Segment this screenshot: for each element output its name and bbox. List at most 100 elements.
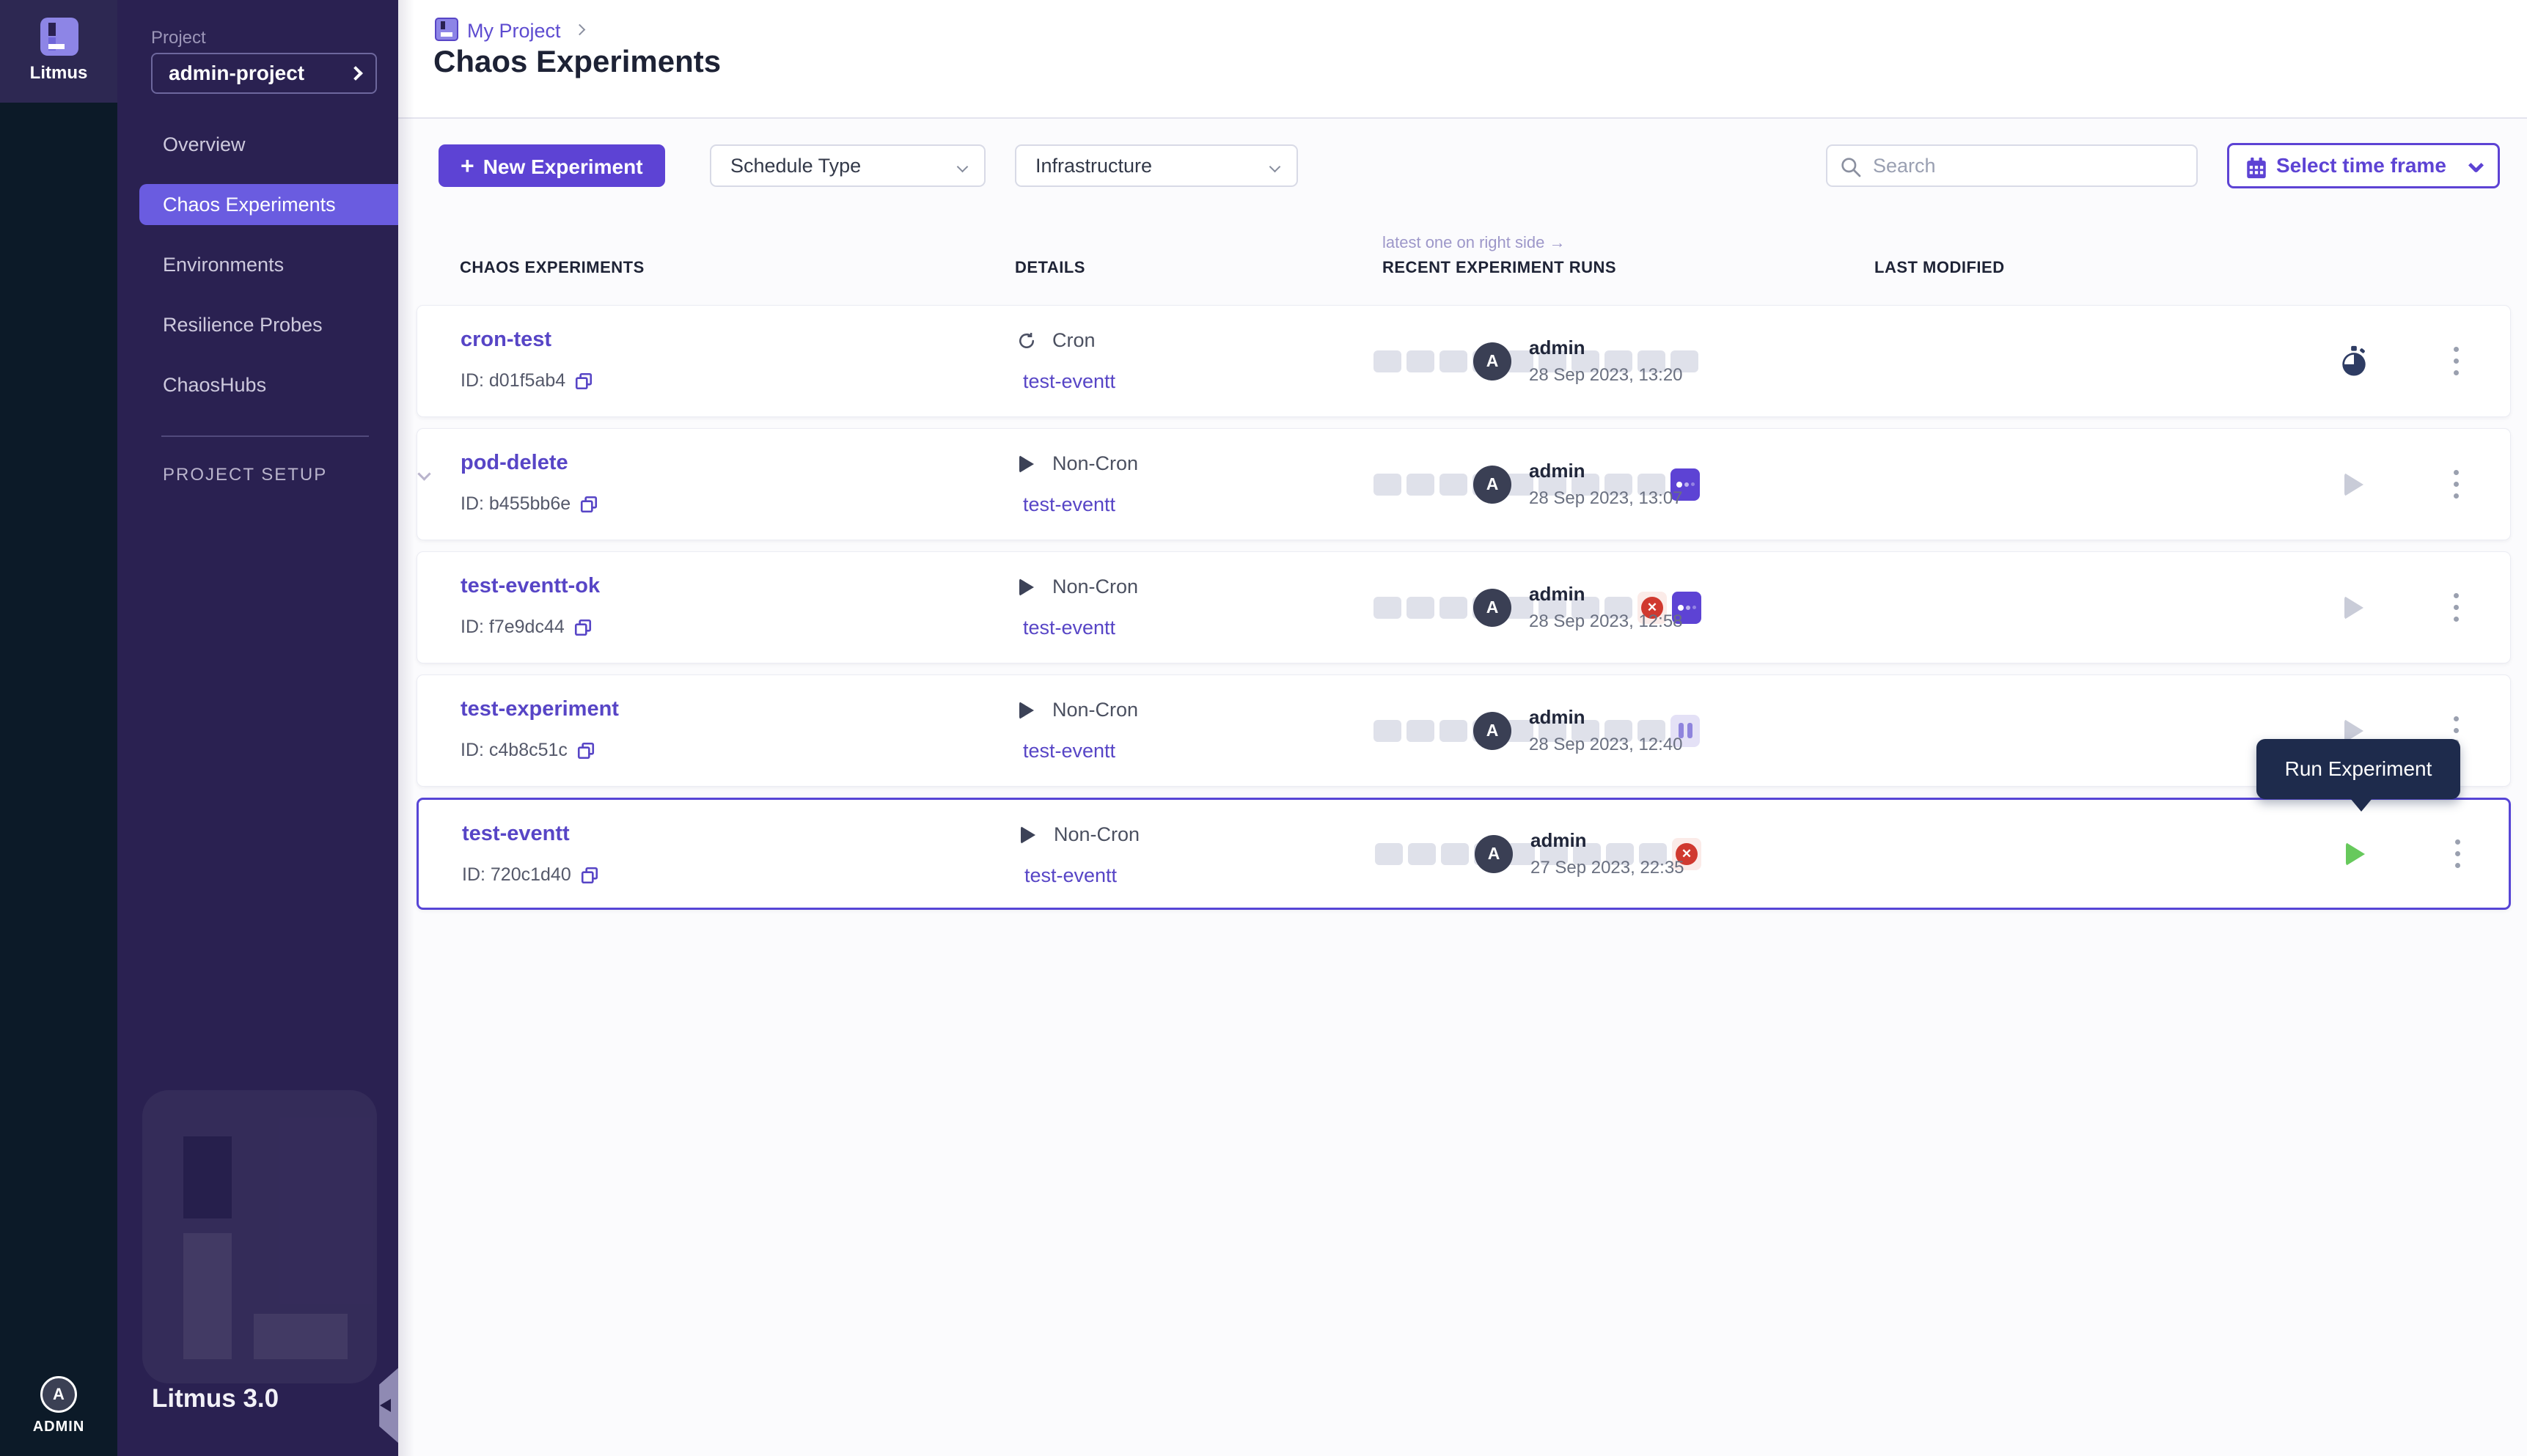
copy-icon[interactable] <box>576 741 595 760</box>
run-experiment-button[interactable] <box>2332 552 2376 663</box>
kebab-menu[interactable] <box>2441 429 2471 540</box>
litmus-logo-icon[interactable] <box>40 18 78 56</box>
run-pill-empty[interactable] <box>1375 843 1403 865</box>
experiment-id: ID: c4b8c51c <box>461 740 568 761</box>
litmus-watermark <box>142 1090 377 1383</box>
run-pill-empty[interactable] <box>1406 474 1434 496</box>
sidebar: Project admin-project Overview Chaos Exp… <box>117 0 398 1456</box>
sidebar-item-chaos-experiments[interactable]: Chaos Experiments <box>139 184 398 225</box>
target-experiment-link[interactable]: test-eventt <box>1023 740 1115 762</box>
watermark-foot <box>254 1314 348 1359</box>
rail-admin-block[interactable]: A ADMIN <box>0 1376 117 1435</box>
crumb-logo-foot <box>441 32 452 37</box>
experiment-name-link[interactable]: test-eventt <box>462 822 570 846</box>
infrastructure-dropdown[interactable]: Infrastructure <box>1015 144 1298 187</box>
run-pill-empty[interactable] <box>1439 474 1467 496</box>
run-pill-empty[interactable] <box>1406 720 1434 742</box>
experiment-name-link[interactable]: pod-delete <box>461 451 568 475</box>
modified-date: 28 Sep 2023, 12:40 <box>1529 735 1683 755</box>
experiment-row: cron-test ID: d01f5ab4 Cron test-eventt … <box>417 305 2511 417</box>
sidebar-item-chaoshubs[interactable]: ChaosHubs <box>117 364 398 405</box>
admin-avatar[interactable]: A <box>40 1376 77 1413</box>
run-pill-empty[interactable] <box>1406 350 1434 372</box>
last-modified-cell: A admin 28 Sep 2023, 12:40 <box>1473 675 1683 786</box>
main-edge-shadow <box>398 0 414 1456</box>
schedule-type-label: Non-Cron <box>1054 823 1140 846</box>
run-pill-empty[interactable] <box>1373 350 1401 372</box>
copy-icon[interactable] <box>574 372 593 391</box>
avatar: A <box>1473 589 1511 627</box>
column-header-chaos-experiments: CHAOS EXPERIMENTS <box>460 258 645 277</box>
new-experiment-button[interactable]: +New Experiment <box>439 144 665 187</box>
target-experiment-link[interactable]: test-eventt <box>1024 864 1117 887</box>
last-modified-cell: A admin 28 Sep 2023, 13:20 <box>1473 306 1683 416</box>
kebab-menu[interactable] <box>2441 552 2471 663</box>
non-cron-icon <box>1019 702 1034 719</box>
experiments-list: cron-test ID: d01f5ab4 Cron test-eventt … <box>417 305 2511 921</box>
copy-icon[interactable] <box>580 866 599 885</box>
run-pill-empty[interactable] <box>1439 720 1467 742</box>
sidebar-item-resilience-probes[interactable]: Resilience Probes <box>117 304 398 345</box>
run-experiment-button[interactable] <box>2332 429 2376 540</box>
copy-icon[interactable] <box>579 495 598 514</box>
search-icon <box>1839 155 1863 179</box>
run-pill-empty[interactable] <box>1439 350 1467 372</box>
project-setup-toggle[interactable]: PROJECT SETUP <box>163 465 327 485</box>
schedule-type-dropdown[interactable]: Schedule Type <box>710 144 986 187</box>
run-pill-empty[interactable] <box>1441 843 1469 865</box>
select-time-frame-label: Select time frame <box>2276 154 2446 177</box>
search-box <box>1826 144 2198 187</box>
search-input[interactable] <box>1873 147 2188 184</box>
kebab-menu[interactable] <box>2443 800 2472 908</box>
run-experiment-button[interactable] <box>2333 800 2377 908</box>
run-pill-empty[interactable] <box>1406 597 1434 619</box>
schedule-type-icon <box>1016 578 1038 596</box>
schedule-type-label: Cron <box>1052 329 1096 352</box>
last-modified-cell: A admin 28 Sep 2023, 12:58 <box>1473 552 1683 663</box>
kebab-menu[interactable] <box>2441 306 2471 416</box>
target-experiment-link[interactable]: test-eventt <box>1023 617 1115 639</box>
modified-date: 27 Sep 2023, 22:35 <box>1530 858 1684 878</box>
calendar-icon <box>2244 155 2269 180</box>
chevron-down-icon <box>957 161 969 173</box>
run-pill-empty[interactable] <box>1373 720 1401 742</box>
version-label: Litmus 3.0 <box>152 1384 279 1413</box>
run-pill-empty[interactable] <box>1408 843 1436 865</box>
avatar: A <box>1475 835 1513 873</box>
experiment-name-link[interactable]: cron-test <box>461 328 551 352</box>
sidebar-item-environments[interactable]: Environments <box>117 244 398 285</box>
breadcrumb[interactable]: My Project <box>467 20 561 43</box>
target-experiment-link[interactable]: test-eventt <box>1023 493 1115 516</box>
schedule-type-label: Non-Cron <box>1052 576 1138 598</box>
new-experiment-label: New Experiment <box>483 155 643 178</box>
run-pill-empty[interactable] <box>1373 597 1401 619</box>
modified-by: admin <box>1529 706 1683 729</box>
run-pill-empty[interactable] <box>1439 597 1467 619</box>
avatar: A <box>1473 712 1511 750</box>
schedule-type-label: Non-Cron <box>1052 452 1138 475</box>
experiment-id: ID: 720c1d40 <box>462 864 571 886</box>
copy-icon[interactable] <box>573 618 593 637</box>
select-time-frame-button[interactable]: Select time frame <box>2227 143 2500 188</box>
project-selector[interactable]: admin-project <box>151 53 377 94</box>
modified-by: admin <box>1530 829 1684 852</box>
left-rail: Litmus A ADMIN <box>0 0 117 1456</box>
sidebar-item-overview[interactable]: Overview <box>117 124 398 165</box>
experiment-name-link[interactable]: test-eventt-ok <box>461 574 600 598</box>
modified-date: 28 Sep 2023, 13:20 <box>1529 365 1683 386</box>
infrastructure-dropdown-label: Infrastructure <box>1035 155 1152 177</box>
run-experiment-button[interactable] <box>2332 306 2376 416</box>
avatar: A <box>1473 342 1511 380</box>
experiment-id: ID: f7e9dc44 <box>461 617 565 638</box>
non-cron-icon <box>1019 578 1034 596</box>
schedule-type-icon <box>1016 455 1038 473</box>
experiment-name-link[interactable]: test-experiment <box>461 697 619 721</box>
column-header-details: DETAILS <box>1015 258 1085 277</box>
avatar: A <box>1473 466 1511 504</box>
collapse-arrow-icon <box>380 1399 391 1412</box>
last-modified-cell: A admin 27 Sep 2023, 22:35 <box>1475 800 1684 908</box>
cron-icon <box>1016 331 1037 351</box>
brand-label: Litmus <box>0 63 117 84</box>
target-experiment-link[interactable]: test-eventt <box>1023 370 1115 393</box>
run-pill-empty[interactable] <box>1373 474 1401 496</box>
